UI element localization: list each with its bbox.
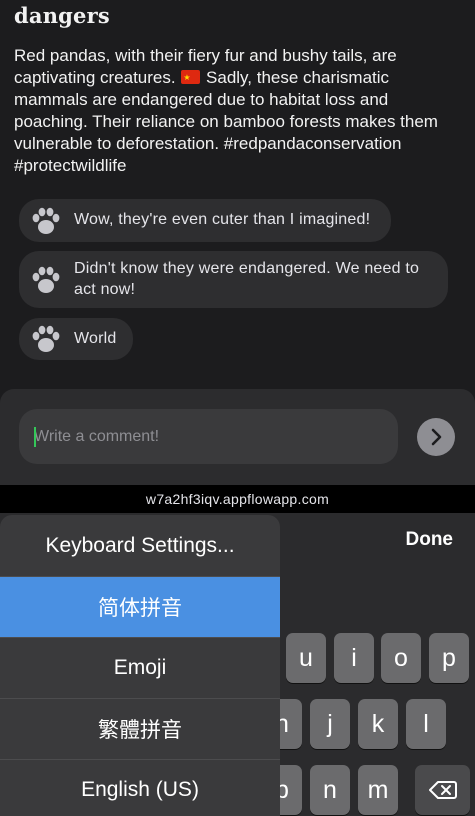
china-flag-emoji xyxy=(181,67,201,89)
comment: Didn't know they were endangered. We nee… xyxy=(19,251,448,308)
key-o[interactable]: o xyxy=(381,633,421,683)
comment: World xyxy=(19,318,133,360)
backspace-icon xyxy=(428,781,457,799)
keyboard-language-menu: Keyboard Settings... 简体拼音 Emoji 繁體拼音 Eng… xyxy=(0,515,280,816)
browser-url-bar[interactable]: w7a2hf3iqv.appflowapp.com xyxy=(0,485,475,513)
post-body: Red pandas, with their fiery fur and bus… xyxy=(14,45,464,178)
key-n[interactable]: n xyxy=(310,765,350,815)
comment-input[interactable] xyxy=(19,409,398,464)
key-p[interactable]: p xyxy=(429,633,469,683)
comment-text: Wow, they're even cuter than I imagined! xyxy=(74,211,371,229)
paw-icon xyxy=(32,266,60,293)
text-caret xyxy=(34,427,36,447)
delete-key[interactable] xyxy=(415,765,470,815)
comment-text: World xyxy=(74,329,117,347)
send-button[interactable] xyxy=(417,418,455,456)
menu-item-simplified-pinyin[interactable]: 简体拼音 xyxy=(0,576,280,637)
menu-item-english-us[interactable]: English (US) xyxy=(0,759,280,816)
comment-text: Didn't know they were endangered. We nee… xyxy=(74,260,420,298)
menu-item-traditional-pinyin[interactable]: 繁體拼音 xyxy=(0,698,280,759)
menu-item-emoji[interactable]: Emoji xyxy=(0,637,280,698)
key-i[interactable]: i xyxy=(334,633,374,683)
key-m[interactable]: m xyxy=(358,765,398,815)
paw-icon xyxy=(32,325,60,352)
post: dangers Red pandas, with their fiery fur… xyxy=(0,0,475,390)
key-l[interactable]: l xyxy=(406,699,446,749)
key-k[interactable]: k xyxy=(358,699,398,749)
done-button[interactable]: Done xyxy=(406,529,454,551)
paw-icon xyxy=(32,207,60,234)
menu-item-keyboard-settings[interactable]: Keyboard Settings... xyxy=(0,515,280,576)
key-j[interactable]: j xyxy=(310,699,350,749)
post-title: dangers xyxy=(14,3,110,28)
chevron-right-icon xyxy=(431,428,442,446)
key-u[interactable]: u xyxy=(286,633,326,683)
comment-composer xyxy=(0,389,475,485)
comment: Wow, they're even cuter than I imagined! xyxy=(19,199,391,242)
url-text: w7a2hf3iqv.appflowapp.com xyxy=(145,491,330,507)
